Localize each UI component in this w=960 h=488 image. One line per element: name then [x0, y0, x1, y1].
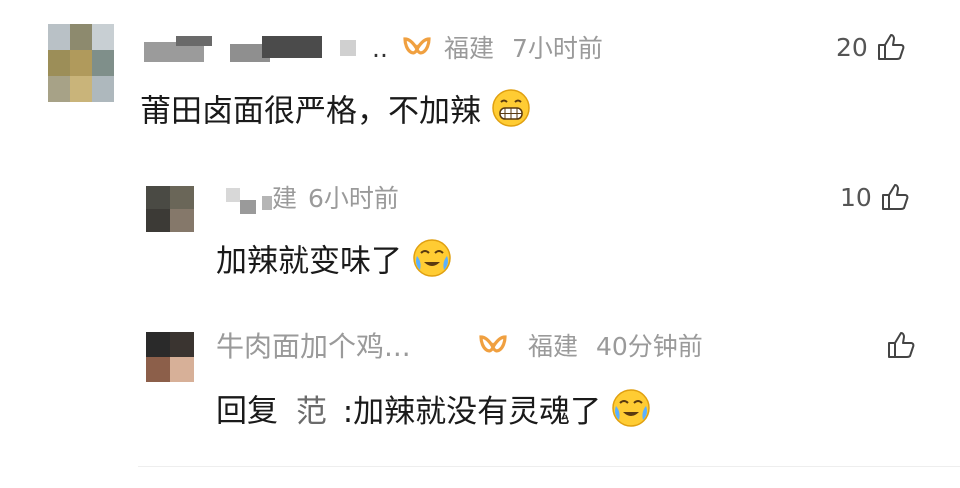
reply-location: 福建 [528, 332, 579, 361]
reply-username[interactable]: 牛肉面加个鸡... [216, 332, 411, 362]
thumbs-up-icon [876, 32, 906, 62]
thumbs-up-icon [880, 182, 910, 212]
comment-time: 7小时前 [512, 34, 603, 63]
reply-text: 加辣就变味了 [216, 238, 452, 288]
reply-time: 6小时前 [308, 184, 399, 213]
comment-text: 莆田卤面很严格，不加辣 [140, 88, 531, 138]
avatar[interactable] [146, 332, 194, 382]
divider [138, 466, 960, 467]
avatar[interactable] [146, 186, 194, 232]
comment-body: 莆田卤面很严格，不加辣 [140, 93, 481, 130]
reply-body: :加辣就没有灵魂了 [342, 393, 602, 430]
vip-badge-icon [478, 334, 508, 364]
thumbs-up-icon [886, 330, 916, 360]
crying-face-icon [412, 238, 452, 288]
reply-time: 40分钟前 [596, 332, 703, 361]
reply-text: 回复 范 :加辣就没有灵魂了 [216, 388, 651, 438]
vip-badge-icon [402, 36, 432, 66]
avatar[interactable] [48, 24, 114, 102]
username-suffix: .. [372, 34, 388, 63]
like-button[interactable]: 20 [836, 32, 906, 62]
like-count: 10 [840, 182, 872, 212]
reply-mention[interactable]: 范 [296, 394, 327, 430]
like-button[interactable]: 10 [840, 182, 910, 212]
crying-face-icon [611, 388, 651, 438]
like-count: 20 [836, 32, 868, 62]
comment-location: 福建 [444, 34, 495, 63]
reply-body: 加辣就变味了 [216, 243, 402, 280]
reply-prefix: 回复 [216, 393, 278, 430]
grinning-face-icon [491, 88, 531, 138]
like-button[interactable] [886, 330, 916, 360]
reply-location: 建 [272, 184, 298, 213]
